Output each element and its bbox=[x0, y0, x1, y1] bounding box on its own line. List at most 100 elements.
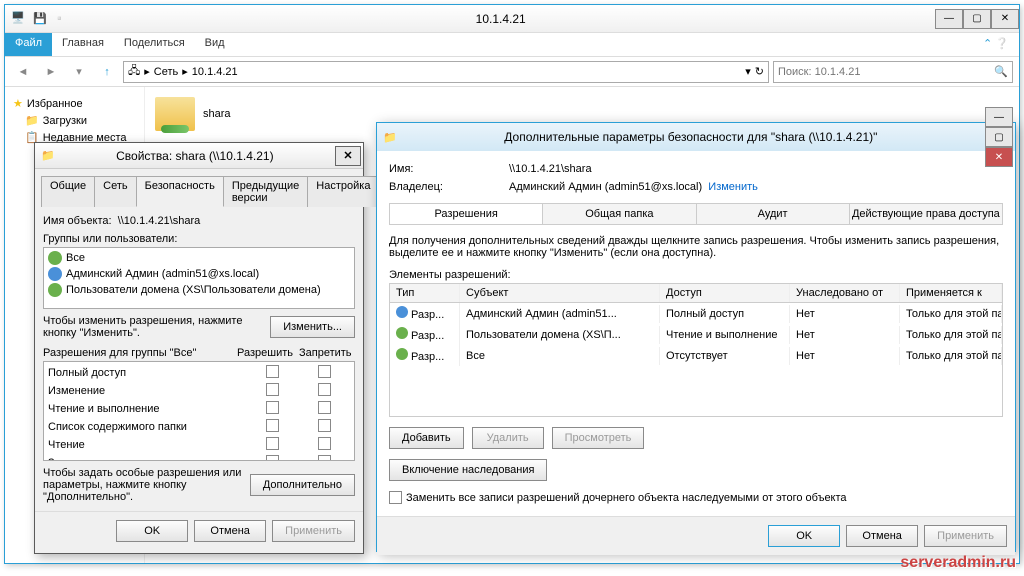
ribbon-tab-file[interactable]: Файл bbox=[5, 33, 52, 56]
permissions-listbox[interactable]: Полный доступ Изменение Чтение и выполне… bbox=[43, 361, 355, 461]
allow-checkbox[interactable] bbox=[266, 437, 279, 450]
permission-entries-list[interactable]: ТипСубъектДоступУнаследовано отПрименяет… bbox=[389, 283, 1003, 417]
sidebar-item-downloads[interactable]: 📁Загрузки bbox=[13, 112, 136, 129]
minimize-button[interactable]: — bbox=[985, 107, 1013, 127]
apply-button[interactable]: Применить bbox=[924, 525, 1007, 547]
ribbon: Файл Главная Поделиться Вид ⌃ ❔ bbox=[5, 33, 1019, 57]
list-item[interactable]: Все bbox=[46, 250, 352, 266]
perm-row: Запись bbox=[48, 454, 350, 461]
watermark: serveradmin.ru bbox=[900, 554, 1016, 572]
search-input[interactable]: 🔍 bbox=[773, 61, 1013, 83]
explorer-titlebar: 🖥️ 💾 ▫️ 10.1.4.21 — ▢ ✕ bbox=[5, 5, 1019, 33]
allow-checkbox[interactable] bbox=[266, 401, 279, 414]
sidebar-item-favorites[interactable]: ★Избранное bbox=[13, 95, 136, 112]
user-icon bbox=[48, 267, 62, 281]
add-button[interactable]: Добавить bbox=[389, 427, 464, 449]
deny-checkbox[interactable] bbox=[318, 437, 331, 450]
perm-row: Чтение bbox=[48, 436, 350, 454]
advanced-button[interactable]: Дополнительно bbox=[250, 474, 355, 496]
tab-audit[interactable]: Аудит bbox=[697, 204, 850, 224]
ok-button[interactable]: OK bbox=[116, 520, 188, 542]
list-item[interactable]: Админский Админ (admin51@xs.local) bbox=[46, 266, 352, 282]
breadcrumb[interactable]: 🖧 ▸ Сеть ▸ 10.1.4.21 ▾ ↻ bbox=[123, 61, 769, 83]
advanced-tabs: Разрешения Общая папка Аудит Действующие… bbox=[389, 203, 1003, 225]
breadcrumb-item[interactable]: Сеть bbox=[154, 66, 178, 78]
ribbon-tab-view[interactable]: Вид bbox=[195, 33, 235, 56]
replace-checkbox[interactable] bbox=[389, 491, 402, 504]
edit-hint: Чтобы изменить разрешения, нажмите кнопк… bbox=[43, 315, 264, 339]
tab-previous[interactable]: Предыдущие версии bbox=[223, 176, 308, 207]
tab-security[interactable]: Безопасность bbox=[136, 176, 224, 207]
allow-checkbox[interactable] bbox=[266, 455, 279, 461]
allow-checkbox[interactable] bbox=[266, 383, 279, 396]
pc-icon: 🖥️ bbox=[11, 11, 27, 27]
elements-label: Элементы разрешений: bbox=[389, 269, 1003, 281]
edit-button[interactable]: Изменить... bbox=[270, 316, 355, 338]
table-row[interactable]: Разр...Пользователи домена (XS\П...Чтени… bbox=[390, 324, 1002, 345]
forward-button[interactable]: ► bbox=[39, 60, 63, 84]
deny-checkbox[interactable] bbox=[318, 419, 331, 432]
allow-checkbox[interactable] bbox=[266, 419, 279, 432]
group-icon bbox=[48, 251, 62, 265]
tab-network[interactable]: Сеть bbox=[94, 176, 136, 207]
name-value: \\10.1.4.21\shara bbox=[509, 163, 592, 175]
list-item[interactable]: Пользователи домена (XS\Пользователи дом… bbox=[46, 282, 352, 298]
qat-props-icon[interactable]: ▫️ bbox=[53, 12, 67, 25]
file-label: shara bbox=[203, 108, 231, 120]
apply-button[interactable]: Применить bbox=[272, 520, 355, 542]
close-button[interactable]: ✕ bbox=[991, 9, 1019, 29]
network-icon: 🖧 bbox=[128, 62, 140, 81]
advanced-hint: Чтобы задать особые разрешения или парам… bbox=[43, 467, 244, 503]
tab-customize[interactable]: Настройка bbox=[307, 176, 379, 207]
maximize-button[interactable]: ▢ bbox=[963, 9, 991, 29]
view-button[interactable]: Просмотреть bbox=[552, 427, 645, 449]
owner-value: Админский Админ (admin51@xs.local) bbox=[509, 181, 702, 193]
groups-listbox[interactable]: Все Админский Админ (admin51@xs.local) П… bbox=[43, 247, 355, 309]
list-header: ТипСубъектДоступУнаследовано отПрименяет… bbox=[390, 284, 1002, 303]
perm-row: Полный доступ bbox=[48, 364, 350, 382]
up-button[interactable]: ↑ bbox=[95, 60, 119, 84]
history-dropdown-icon[interactable]: ▾ bbox=[67, 60, 91, 84]
deny-checkbox[interactable] bbox=[318, 401, 331, 414]
cancel-button[interactable]: Отмена bbox=[194, 520, 266, 542]
perm-row: Список содержимого папки bbox=[48, 418, 350, 436]
close-button[interactable]: ✕ bbox=[985, 147, 1013, 167]
tab-permissions[interactable]: Разрешения bbox=[390, 204, 543, 224]
change-owner-link[interactable]: Изменить bbox=[708, 181, 758, 193]
close-button[interactable]: ✕ bbox=[335, 146, 361, 166]
tab-share[interactable]: Общая папка bbox=[543, 204, 696, 224]
table-row[interactable]: Разр...ВсеОтсутствуетНетТолько для этой … bbox=[390, 345, 1002, 366]
tab-effective[interactable]: Действующие права доступа bbox=[850, 204, 1002, 224]
ribbon-tab-home[interactable]: Главная bbox=[52, 33, 114, 56]
remove-button[interactable]: Удалить bbox=[472, 427, 544, 449]
allow-checkbox[interactable] bbox=[266, 365, 279, 378]
ribbon-tab-share[interactable]: Поделиться bbox=[114, 33, 195, 56]
deny-checkbox[interactable] bbox=[318, 365, 331, 378]
breadcrumb-item[interactable]: 10.1.4.21 bbox=[192, 66, 238, 78]
replace-checkbox-row[interactable]: Заменить все записи разрешений дочернего… bbox=[389, 491, 1003, 504]
deny-checkbox[interactable] bbox=[318, 383, 331, 396]
maximize-button[interactable]: ▢ bbox=[985, 127, 1013, 147]
cancel-button[interactable]: Отмена bbox=[846, 525, 918, 547]
ok-button[interactable]: OK bbox=[768, 525, 840, 547]
ribbon-help-icon[interactable]: ⌃ ❔ bbox=[973, 33, 1019, 56]
folder-icon: 📁 bbox=[25, 114, 39, 127]
back-button[interactable]: ◄ bbox=[11, 60, 35, 84]
deny-checkbox[interactable] bbox=[318, 455, 331, 461]
group-icon bbox=[396, 327, 408, 339]
object-name: \\10.1.4.21\shara bbox=[118, 215, 201, 227]
shared-folder-icon bbox=[155, 97, 195, 131]
tab-general[interactable]: Общие bbox=[41, 176, 95, 207]
properties-title: Свойства: shara (\\10.1.4.21) bbox=[55, 149, 335, 163]
chevron-down-icon[interactable]: ▾ bbox=[745, 65, 751, 78]
minimize-button[interactable]: — bbox=[935, 9, 963, 29]
group-icon bbox=[48, 283, 62, 297]
perm-header: Разрешения для группы "Все" Разрешить За… bbox=[43, 347, 355, 361]
qat-save-icon[interactable]: 💾 bbox=[33, 12, 47, 25]
enable-inheritance-button[interactable]: Включение наследования bbox=[389, 459, 547, 481]
user-icon bbox=[396, 306, 408, 318]
refresh-icon[interactable]: ↻ bbox=[755, 65, 764, 78]
groups-label: Группы или пользователи: bbox=[43, 233, 355, 245]
folder-icon: 📁 bbox=[383, 131, 397, 144]
table-row[interactable]: Разр...Админский Админ (admin51...Полный… bbox=[390, 303, 1002, 324]
